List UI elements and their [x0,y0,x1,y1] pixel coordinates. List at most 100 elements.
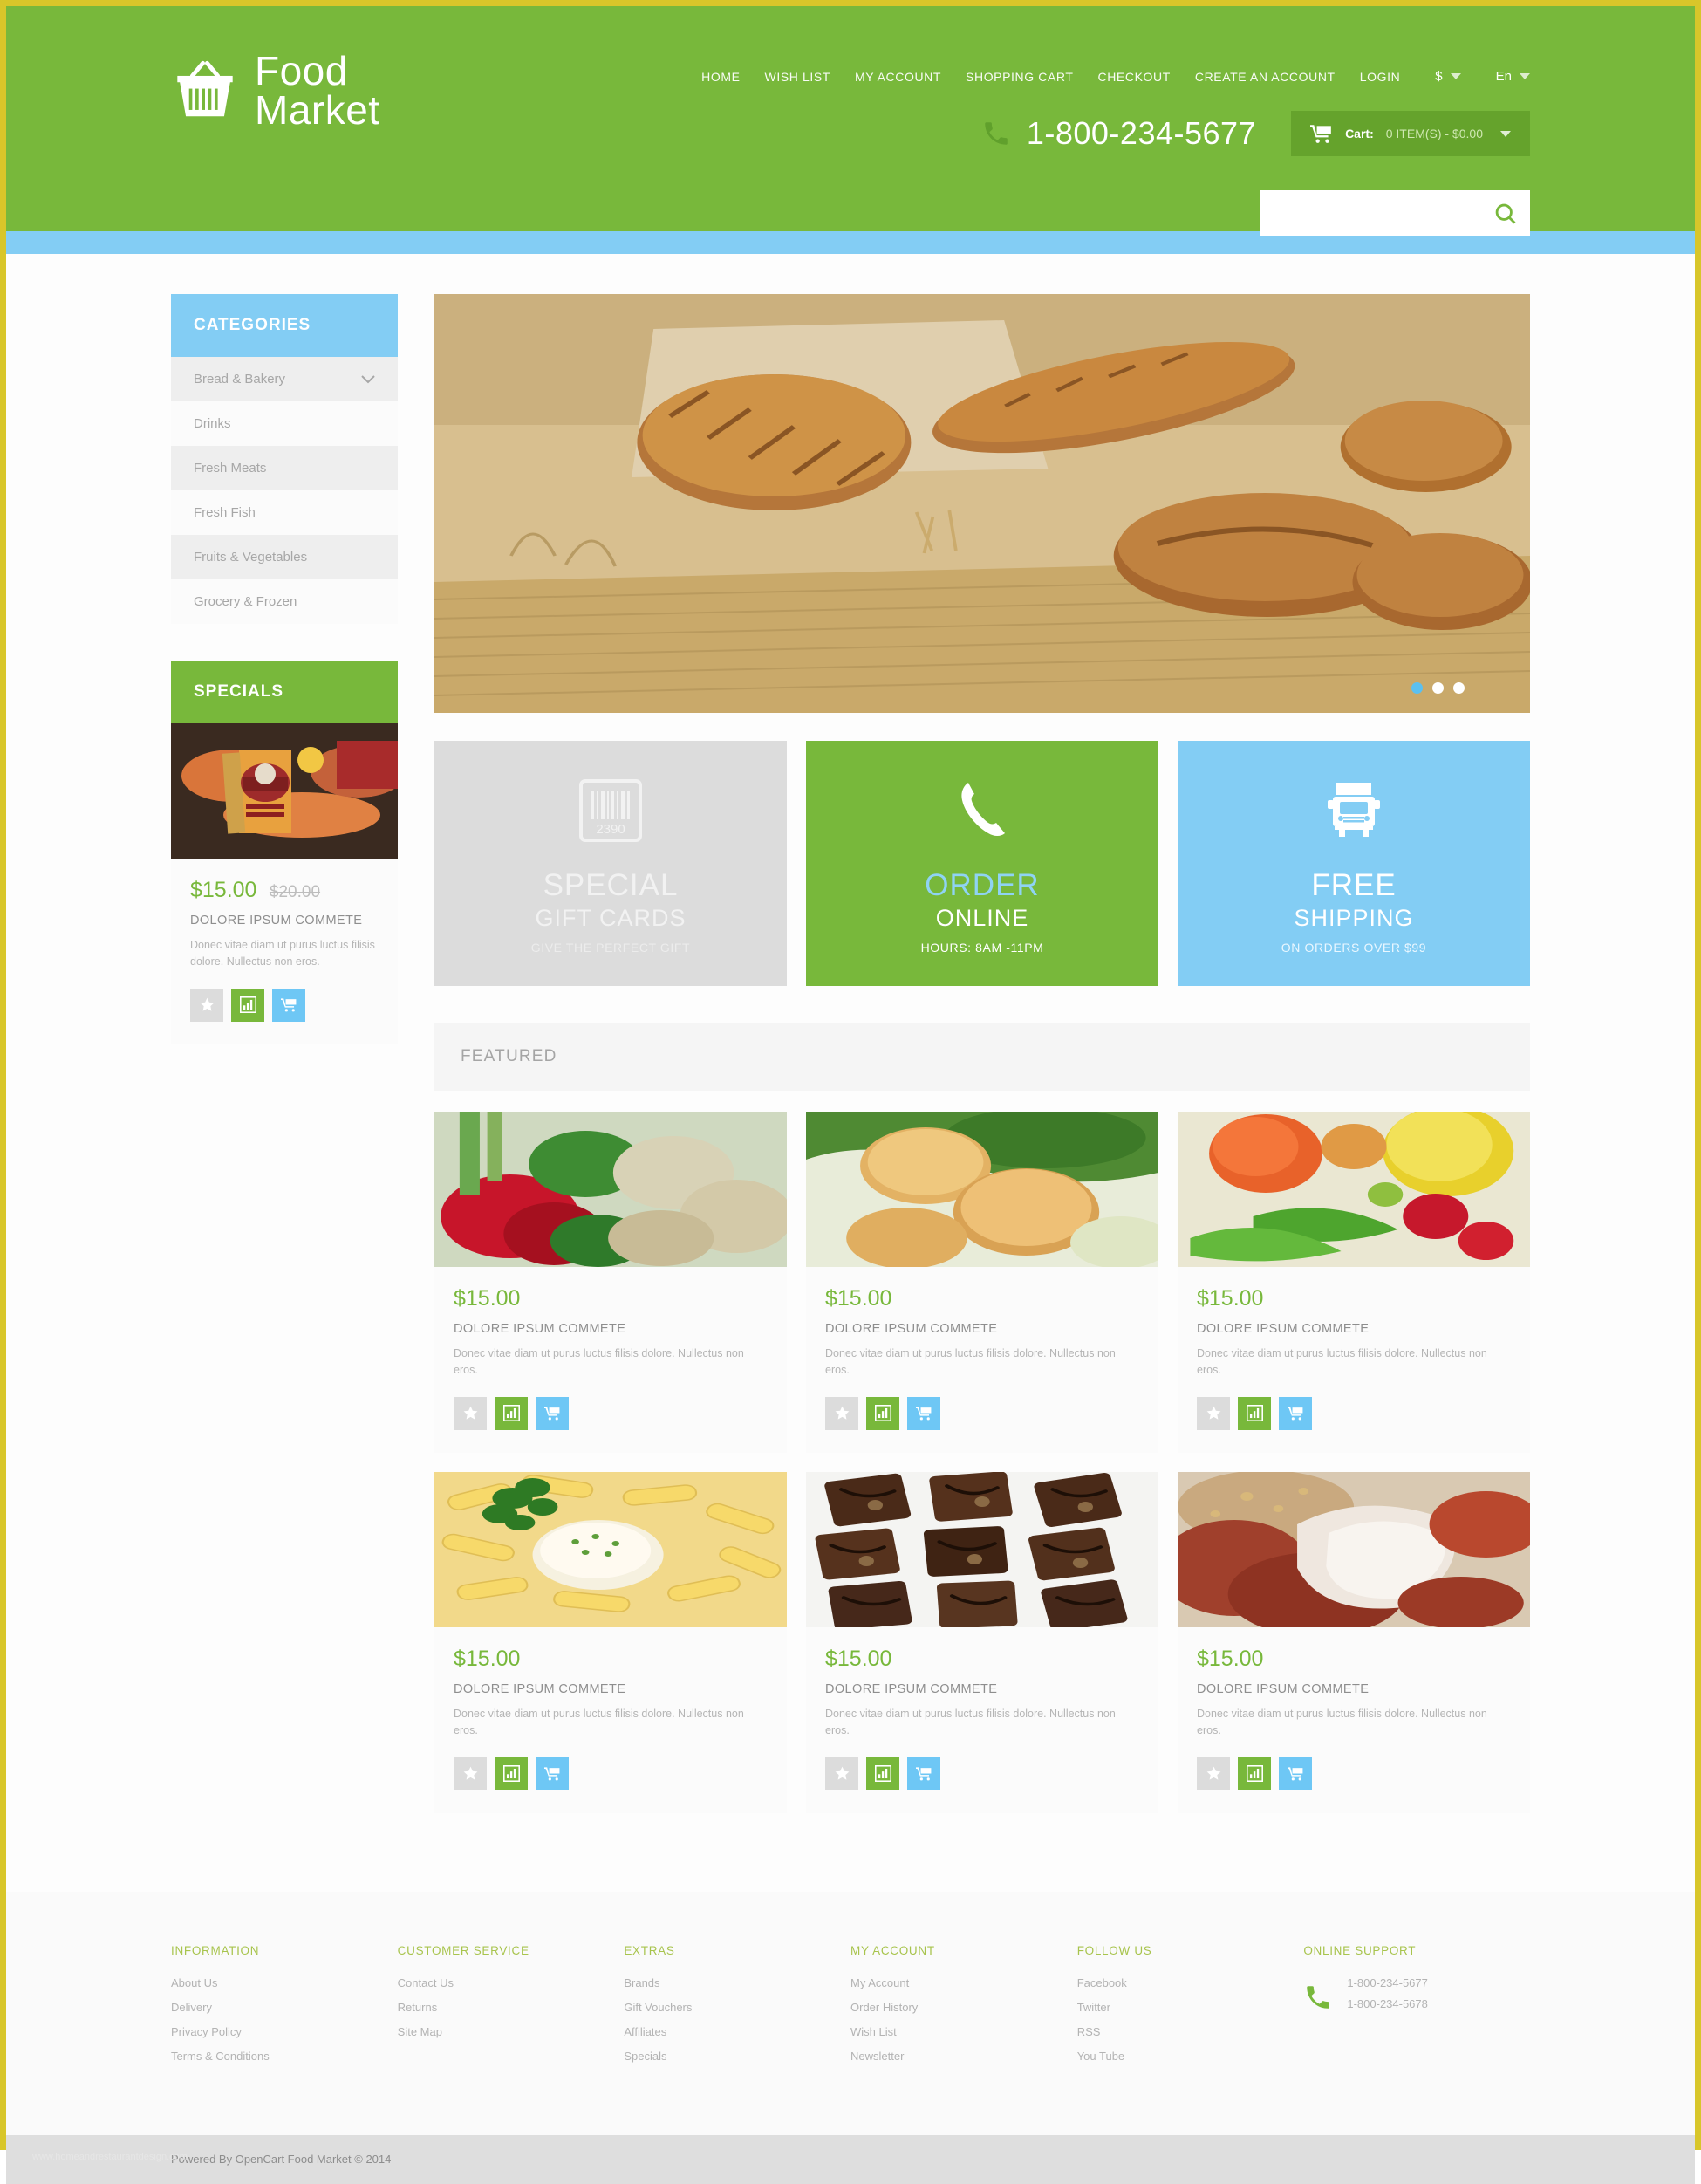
add-to-wishlist-button[interactable] [1197,1756,1230,1790]
language-selector[interactable]: En [1496,69,1530,84]
footer-link-about-us[interactable]: About Us [171,1976,398,1989]
add-to-cart-button[interactable] [1279,1396,1312,1430]
add-to-wishlist-button[interactable] [454,1396,487,1430]
footer-link-gift-vouchers[interactable]: Gift Vouchers [624,2001,850,2014]
nav-item-my-account[interactable]: MY ACCOUNT [855,70,941,84]
promo-icon-wrap: 2390 [576,776,646,846]
site-logo[interactable]: Food Market [171,51,380,129]
footer-link-my-account[interactable]: My Account [850,1976,1077,1989]
compare-button[interactable] [495,1396,528,1430]
product-image[interactable] [434,1112,787,1267]
product-title[interactable]: DOLORE IPSUM COMMETE [1197,1322,1511,1336]
add-to-cart-button[interactable] [536,1396,569,1430]
bar-chart-icon [502,1765,520,1782]
footer-link-specials[interactable]: Specials [624,2050,850,2063]
sidebar-item-bread-bakery[interactable]: Bread & Bakery [171,357,398,401]
chevron-down-icon [1450,73,1461,79]
compare-button[interactable] [231,988,264,1022]
product-title[interactable]: DOLORE IPSUM COMMETE [454,1322,768,1336]
add-to-cart-button[interactable] [536,1756,569,1790]
cart-icon [1287,1767,1302,1781]
nav-item-home[interactable]: HOME [701,70,740,84]
footer-link-contact-us[interactable]: Contact Us [398,1976,625,1989]
cart-icon [1287,1407,1302,1421]
cart-button[interactable]: Cart: 0 ITEM(S) - $0.00 [1291,111,1530,156]
footer-link-facebook[interactable]: Facebook [1077,1976,1304,1989]
footer-link-delivery[interactable]: Delivery [171,2001,398,2014]
promo-line-1: SPECIAL [543,868,679,902]
compare-button[interactable] [866,1396,899,1430]
product-image[interactable] [434,1471,787,1627]
featured-products-grid: $15.00 DOLORE IPSUM COMMETE Donec vitae … [434,1112,1530,1813]
nav-item-checkout[interactable]: CHECKOUT [1098,70,1171,84]
product-actions [190,988,379,1022]
add-to-wishlist-button[interactable] [190,988,223,1022]
search-input[interactable] [1260,190,1481,236]
currency-selector[interactable]: $ [1435,69,1461,84]
product-price: $15.00 [1197,1286,1264,1311]
compare-button[interactable] [1238,1396,1271,1430]
footer-link-brands[interactable]: Brands [624,1976,850,1989]
footer-link-returns[interactable]: Returns [398,2001,625,2014]
slider-dot-2[interactable] [1432,682,1444,694]
footer-link-rss[interactable]: RSS [1077,2025,1304,2038]
add-to-wishlist-button[interactable] [454,1756,487,1790]
cart-value: 0 ITEM(S) - $0.00 [1385,127,1483,140]
promo-free-shipping[interactable]: FREE SHIPPING ON ORDERS OVER $99 [1178,741,1530,986]
add-to-wishlist-button[interactable] [825,1396,858,1430]
slider-dot-1[interactable] [1411,682,1423,694]
add-to-cart-button[interactable] [1279,1756,1312,1790]
sidebar-item-grocery-frozen[interactable]: Grocery & Frozen [171,579,398,624]
promo-order-online[interactable]: ORDER ONLINE HOURS: 8AM -11PM [806,741,1158,986]
product-title[interactable]: DOLORE IPSUM COMMETE [1197,1682,1511,1696]
add-to-wishlist-button[interactable] [1197,1396,1230,1430]
product-body: $15.00 DOLORE IPSUM COMMETE Donec vitae … [434,1627,787,1813]
product-title[interactable]: DOLORE IPSUM COMMETE [825,1682,1139,1696]
footer-link-newsletter[interactable]: Newsletter [850,2050,1077,2063]
language-value: En [1495,69,1512,84]
product-title[interactable]: DOLORE IPSUM COMMETE [825,1322,1139,1336]
footer-link-wish-list[interactable]: Wish List [850,2025,1077,2038]
footer-link-privacy-policy[interactable]: Privacy Policy [171,2025,398,2038]
special-product-image[interactable] [171,723,398,859]
product-image[interactable] [806,1112,1158,1267]
product-image[interactable] [1178,1471,1530,1627]
product-image[interactable] [806,1471,1158,1627]
nav-item-login[interactable]: LOGIN [1360,70,1401,84]
hero-slider[interactable] [434,294,1530,713]
footer-link-site-map[interactable]: Site Map [398,2025,625,2038]
nav-item-wish-list[interactable]: WISH LIST [765,70,830,84]
product-title[interactable]: DOLORE IPSUM COMMETE [190,914,379,928]
footer-link-order-history[interactable]: Order History [850,2001,1077,2014]
slider-dot-3[interactable] [1453,682,1465,694]
compare-button[interactable] [495,1756,528,1790]
sidebar-item-drinks[interactable]: Drinks [171,401,398,446]
search-box[interactable] [1260,190,1530,236]
add-to-cart-button[interactable] [907,1396,940,1430]
sidebar-item-fresh-meats[interactable]: Fresh Meats [171,446,398,490]
header-phone-number[interactable]: 1-800-234-5677 [1027,115,1256,152]
cart-icon [543,1767,559,1781]
add-to-wishlist-button[interactable] [825,1756,858,1790]
compare-button[interactable] [866,1756,899,1790]
product-title[interactable]: DOLORE IPSUM COMMETE [454,1682,768,1696]
product-description: Donec vitae diam ut purus luctus filisis… [454,1347,744,1377]
footer-link-affiliates[interactable]: Affiliates [624,2025,850,2038]
sidebar-item-fruits-vegetables[interactable]: Fruits & Vegetables [171,535,398,579]
promo-gift-cards[interactable]: 2390 SPECIAL GIFT CARDS GIVE THE PERFECT… [434,741,787,986]
footer-link-youtube[interactable]: You Tube [1077,2050,1304,2063]
nav-item-create-account[interactable]: CREATE AN ACCOUNT [1195,70,1336,84]
nav-item-shopping-cart[interactable]: SHOPPING CART [966,70,1073,84]
product-price: $15.00 [454,1286,521,1311]
product-image[interactable] [1178,1112,1530,1267]
add-to-cart-button[interactable] [907,1756,940,1790]
compare-button[interactable] [1238,1756,1271,1790]
footer-link-twitter[interactable]: Twitter [1077,2001,1304,2014]
sidebar-item-fresh-fish[interactable]: Fresh Fish [171,490,398,535]
support-phone-2[interactable]: 1-800-234-5678 [1347,1997,1428,2010]
support-phone-1[interactable]: 1-800-234-5677 [1347,1976,1428,1989]
promo-line-1: FREE [1311,868,1397,902]
footer-link-terms-conditions[interactable]: Terms & Conditions [171,2050,398,2063]
add-to-cart-button[interactable] [272,988,305,1022]
search-button[interactable] [1481,190,1530,236]
